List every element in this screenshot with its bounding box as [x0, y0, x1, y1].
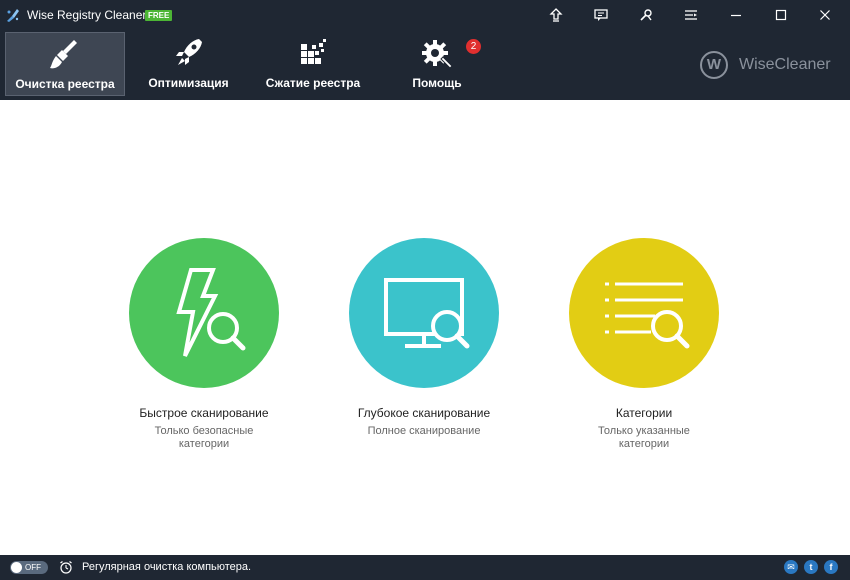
status-bar: OFF Регулярная очистка компьютера. ✉ t f [0, 555, 850, 580]
tools-icon [640, 9, 652, 21]
quick-scan-card: Быстрое сканирование Только безопасные к… [104, 238, 304, 451]
tab-optimization[interactable]: Оптимизация [135, 32, 242, 96]
menu-button[interactable] [676, 0, 706, 30]
help-notification-badge: 2 [466, 39, 481, 54]
brand-name: WiseCleaner [739, 56, 831, 73]
close-icon [820, 10, 830, 20]
feedback-button[interactable] [586, 0, 616, 30]
tab-registry-defrag[interactable]: Сжатие реестра [258, 32, 368, 96]
tab-label: Очистка реестра [15, 77, 115, 91]
menu-icon [685, 10, 697, 20]
title-bar: Wise Registry Cleaner 9 FREE [0, 0, 850, 30]
maximize-button[interactable] [766, 0, 796, 30]
tab-label: Оптимизация [148, 76, 229, 90]
tab-label: Помощь [412, 76, 462, 90]
compress-icon [301, 39, 326, 64]
email-icon[interactable]: ✉ [784, 560, 798, 574]
gear-wrench-icon [422, 40, 453, 69]
minimize-button[interactable] [721, 0, 751, 30]
twitter-icon[interactable]: t [804, 560, 818, 574]
tab-label: Сжатие реестра [265, 76, 361, 90]
deep-scan-card: Глубокое сканирование Полное сканировани… [324, 238, 524, 438]
free-badge: FREE [145, 10, 173, 21]
main-panel: Быстрое сканирование Только безопасные к… [0, 100, 850, 555]
app-logo-icon [7, 9, 19, 22]
alarm-clock-icon[interactable] [59, 560, 73, 574]
tools-button[interactable] [631, 0, 661, 30]
scheduled-clean-toggle[interactable]: OFF [10, 561, 48, 574]
bolt-search-icon [176, 268, 246, 357]
deep-scan-button[interactable] [349, 238, 499, 388]
upgrade-button[interactable] [541, 0, 571, 30]
deep-scan-subtitle: Полное сканирование [367, 425, 481, 437]
minimize-icon [731, 14, 741, 17]
quick-scan-subtitle: Только безопасные категории [154, 425, 254, 450]
scheduled-clean-text: Регулярная очистка компьютера. [82, 561, 252, 573]
quick-scan-title: Быстрое сканирование [139, 406, 269, 420]
monitor-search-icon [384, 278, 470, 349]
list-search-icon [605, 282, 690, 349]
categories-card: Категории Только указанные категории [544, 238, 744, 451]
toggle-label: OFF [25, 563, 41, 572]
close-button[interactable] [810, 0, 840, 30]
categories-title: Категории [615, 406, 673, 420]
categories-button[interactable] [569, 238, 719, 388]
tab-registry-cleaner[interactable]: Очистка реестра [5, 32, 125, 96]
categories-subtitle: Только указанные категории [598, 425, 690, 450]
wisecleaner-logo-icon: W [700, 51, 728, 79]
deep-scan-title: Глубокое сканирование [357, 406, 491, 420]
toggle-knob [11, 562, 22, 573]
upgrade-icon [549, 8, 563, 22]
window-title: Wise Registry Cleaner 9 [27, 8, 157, 22]
maximize-icon [775, 9, 787, 21]
feedback-icon [594, 9, 608, 21]
facebook-icon[interactable]: f [824, 560, 838, 574]
quick-scan-button[interactable] [129, 238, 279, 388]
rocket-icon [175, 39, 202, 65]
broom-icon [50, 40, 77, 69]
